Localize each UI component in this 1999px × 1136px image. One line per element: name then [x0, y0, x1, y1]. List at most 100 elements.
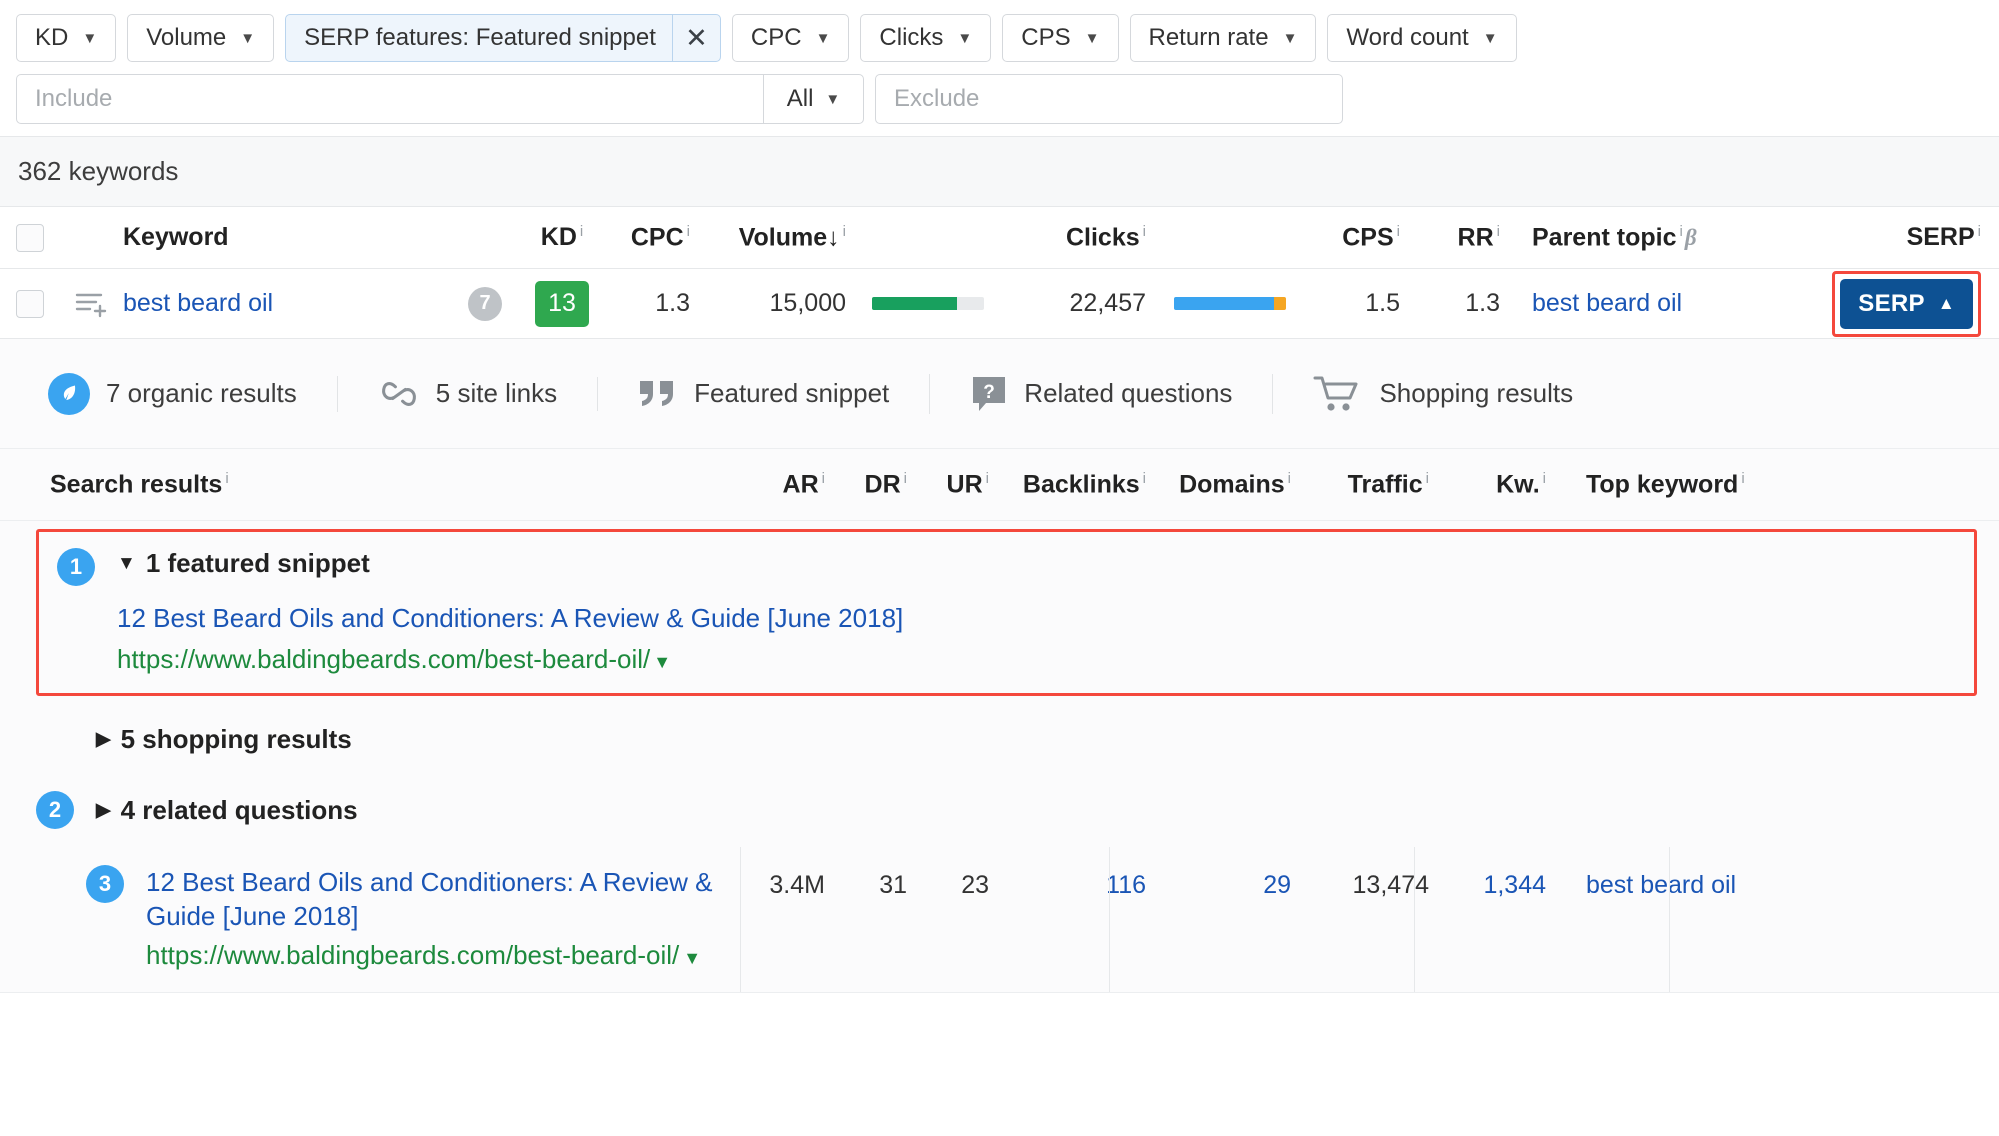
serp-expanded-panel: 7 organic results 5 site links Featured …	[0, 339, 1999, 993]
header-keyword-label: Keyword	[123, 223, 229, 251]
header-backlinks-label: Backlinks	[1022, 470, 1140, 499]
header-rr[interactable]: RR i	[1414, 223, 1514, 252]
filter-serp-features-label: SERP features: Featured snippet	[304, 24, 656, 51]
header-cpc[interactable]: CPC i	[604, 223, 704, 252]
header-parent-topic-label: Parent topic	[1532, 223, 1677, 252]
kw-link[interactable]: 1,344	[1483, 871, 1546, 899]
filter-cpc-button[interactable]: CPC ▼	[731, 14, 850, 62]
header-clicks[interactable]: Clicks i	[1004, 223, 1154, 252]
select-all-checkbox-cell	[0, 223, 60, 252]
shopping-results-toggle[interactable]: ▶ 5 shopping results	[96, 724, 352, 755]
parent-topic-link[interactable]: best beard oil	[1532, 289, 1682, 317]
info-icon[interactable]: i	[1143, 223, 1146, 240]
rr-cell: 1.3	[1465, 289, 1500, 317]
serp-feature-shopping-results[interactable]: Shopping results	[1272, 373, 1613, 414]
top-keyword-link[interactable]: best beard oil	[1586, 871, 1736, 899]
featured-snippet-url[interactable]: https://www.baldingbeards.com/best-beard…	[117, 644, 903, 675]
triangle-down-icon[interactable]: ▼	[683, 948, 701, 968]
filter-return-rate-button[interactable]: Return rate ▼	[1129, 14, 1317, 62]
lists-count-badge[interactable]: 7	[468, 286, 502, 321]
serp-feature-related-questions[interactable]: ? Related questions	[929, 373, 1272, 414]
lists-count-cell: 7	[450, 286, 520, 321]
include-input[interactable]	[16, 74, 763, 124]
header-backlinks: Backlinks i	[1004, 470, 1164, 499]
filter-word-count-button[interactable]: Word count ▼	[1327, 14, 1517, 62]
row-checkbox-cell	[0, 289, 60, 318]
header-parent-topic[interactable]: Parent topic iβ	[1514, 223, 1774, 252]
serp-toggle-button[interactable]: SERP ▲	[1840, 278, 1973, 329]
add-to-list-icon[interactable]	[60, 289, 120, 319]
header-volume[interactable]: Volume↓ i	[704, 223, 854, 252]
info-icon[interactable]: i	[580, 223, 583, 252]
info-icon[interactable]: i	[1143, 470, 1146, 487]
info-icon[interactable]: i	[225, 470, 228, 487]
info-icon[interactable]: i	[1497, 223, 1500, 240]
select-all-checkbox[interactable]	[16, 223, 44, 252]
related-questions-group: 2 ▶ 4 related questions	[0, 773, 1999, 847]
search-result-title-cell: 3 12 Best Beard Oils and Conditioners: A…	[0, 847, 740, 992]
info-icon[interactable]: i	[1741, 470, 1744, 487]
info-icon[interactable]: i	[1397, 223, 1400, 240]
related-questions-toggle[interactable]: ▶ 4 related questions	[96, 795, 358, 826]
info-icon[interactable]: i	[1288, 470, 1291, 487]
filter-cps-button[interactable]: CPS ▼	[1002, 14, 1119, 62]
related-questions-label: 4 related questions	[120, 794, 358, 825]
exclude-input[interactable]	[875, 74, 1343, 124]
filter-clicks-button[interactable]: Clicks ▼	[860, 14, 992, 62]
chevron-down-icon: ▼	[1282, 29, 1298, 47]
include-group: All ▼	[16, 74, 864, 124]
info-icon[interactable]: i	[1426, 470, 1429, 487]
info-icon[interactable]: i	[843, 223, 846, 240]
header-domains: Domains i	[1164, 470, 1309, 499]
search-result-block: 3 12 Best Beard Oils and Conditioners: A…	[50, 847, 740, 992]
header-kd[interactable]: KD i	[520, 223, 604, 252]
info-icon[interactable]: i	[1543, 470, 1546, 487]
row-checkbox[interactable]	[16, 289, 44, 318]
header-traffic-label: Traffic	[1347, 470, 1423, 499]
featured-snippet-url-text: https://www.baldingbeards.com/best-beard…	[117, 644, 651, 674]
featured-snippet-highlight-box: 1 ▼ 1 featured snippet 12 Best Beard Oil…	[36, 529, 1977, 696]
triangle-down-icon: ▼	[117, 552, 136, 574]
info-icon[interactable]: i	[687, 223, 690, 240]
triangle-down-icon[interactable]: ▼	[653, 652, 671, 672]
info-icon[interactable]: i	[822, 470, 825, 487]
header-dr-label: DR	[864, 470, 901, 499]
top-keyword-cell: best beard oil	[1564, 847, 1999, 992]
close-icon[interactable]: ✕	[671, 15, 720, 61]
parent-topic-cell: best beard oil	[1514, 289, 1774, 318]
clicks-bar-cell	[1154, 297, 1304, 310]
filter-return-rate-label: Return rate	[1148, 24, 1269, 51]
chevron-down-icon: ▼	[1084, 29, 1100, 47]
info-icon[interactable]: i	[986, 470, 989, 487]
column-divider	[1669, 847, 1670, 992]
search-result-title-link[interactable]: 12 Best Beard Oils and Conditioners: A R…	[146, 865, 726, 934]
filter-volume-label: Volume	[146, 24, 227, 51]
organic-leaf-icon	[48, 372, 90, 415]
featured-snippet-group-toggle[interactable]: ▼ 1 featured snippet	[117, 548, 903, 579]
featured-snippet-quote-icon	[638, 377, 678, 411]
sort-desc-icon[interactable]: ↓	[827, 223, 840, 251]
include-mode-select[interactable]: All ▼	[763, 74, 864, 124]
header-kw-label: Kw.	[1496, 470, 1540, 499]
filter-volume-button[interactable]: Volume ▼	[127, 14, 275, 62]
search-result-url[interactable]: https://www.baldingbeards.com/best-beard…	[146, 938, 726, 972]
serp-feature-featured-snippet[interactable]: Featured snippet	[597, 376, 929, 411]
domains-link[interactable]: 29	[1263, 871, 1291, 899]
filter-serp-features-active[interactable]: SERP features: Featured snippet ✕	[285, 14, 721, 62]
clicks-bar-fill	[1174, 297, 1274, 310]
serp-features-row: 7 organic results 5 site links Featured …	[0, 339, 1999, 449]
filter-kd-button[interactable]: KD ▼	[16, 14, 117, 62]
backlinks-link[interactable]: 116	[1106, 871, 1146, 899]
serp-feature-site-links[interactable]: 5 site links	[336, 375, 597, 412]
column-divider	[1414, 847, 1415, 992]
info-icon[interactable]: i	[1978, 223, 1981, 252]
serp-feature-organic-results[interactable]: 7 organic results	[48, 372, 337, 415]
filter-word-count-label: Word count	[1346, 24, 1469, 51]
header-keyword[interactable]: Keyword	[120, 223, 450, 252]
info-icon[interactable]: i	[904, 470, 907, 487]
featured-snippet-title-link[interactable]: 12 Best Beard Oils and Conditioners: A R…	[117, 603, 903, 634]
info-icon[interactable]: i	[1679, 223, 1682, 240]
triangle-right-icon: ▶	[96, 729, 111, 750]
header-cps[interactable]: CPS i	[1304, 223, 1414, 252]
keyword-link[interactable]: best beard oil	[123, 289, 273, 317]
